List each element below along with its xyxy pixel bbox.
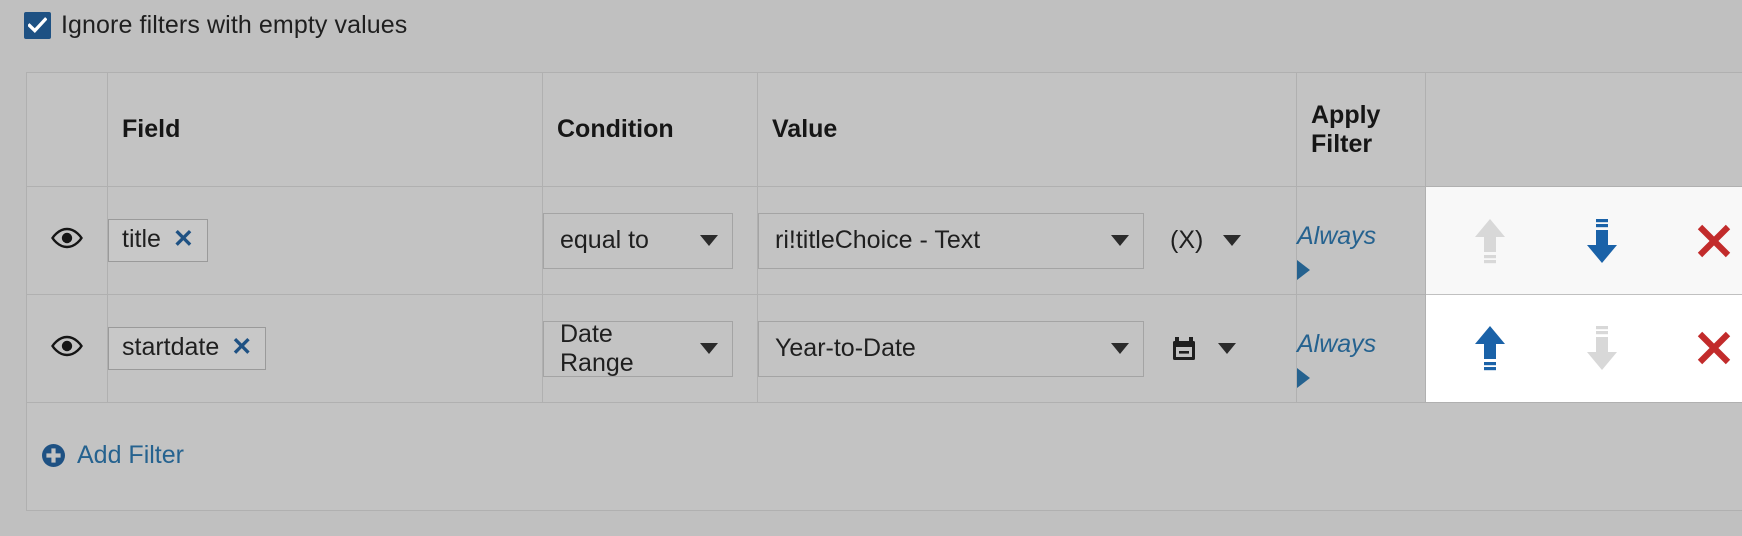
condition-value: equal to: [560, 226, 649, 254]
value-dropdown[interactable]: ri!titleChoice - Text: [758, 212, 1144, 269]
field-chip[interactable]: startdate ✕: [108, 327, 267, 370]
value-type-picker[interactable]: (X): [1170, 226, 1242, 255]
visibility-cell[interactable]: [26, 294, 108, 403]
value-type-picker[interactable]: [1170, 335, 1236, 363]
value-text: ri!titleChoice - Text: [775, 226, 981, 254]
expand-triangle-icon[interactable]: [1297, 367, 1310, 388]
condition-dropdown[interactable]: equal to: [543, 212, 733, 269]
filters-table-head: Field Condition Value Apply Filter: [26, 72, 1742, 187]
apply-filter-link[interactable]: Always: [1297, 331, 1425, 359]
chevron-down-icon: [1218, 343, 1236, 354]
eye-icon[interactable]: [50, 227, 84, 249]
row-actions-panel: [1426, 294, 1742, 402]
filters-table: Field Condition Value Apply Filter title: [26, 72, 1742, 511]
value-text: Year-to-Date: [775, 334, 916, 362]
table-row: title ✕ equal to ri!titleChoice - Text (…: [26, 186, 1742, 295]
add-filter-cell: Add Filter: [26, 402, 1742, 511]
expand-triangle-icon[interactable]: [1297, 259, 1310, 280]
header-actions: [1425, 72, 1742, 187]
ignore-filters-checkbox-row[interactable]: Ignore filters with empty values: [24, 11, 407, 40]
table-header-row: Field Condition Value Apply Filter: [26, 72, 1742, 187]
field-chip[interactable]: title ✕: [108, 219, 208, 262]
header-value: Value: [757, 72, 1297, 187]
delete-row-button[interactable]: [1658, 187, 1742, 294]
value-cell: Year-to-Date: [757, 294, 1297, 403]
chevron-down-icon: [1111, 235, 1129, 246]
condition-dropdown[interactable]: Date Range: [543, 319, 733, 377]
field-cell: title ✕: [107, 186, 543, 295]
apply-filter-cell: Always: [1296, 294, 1426, 403]
condition-cell: equal to: [542, 186, 758, 295]
calendar-icon: [1170, 335, 1198, 363]
row-actions-cell: [1426, 187, 1742, 295]
chevron-down-icon: [700, 343, 718, 354]
value-cell: ri!titleChoice - Text (X): [757, 186, 1297, 295]
add-filter-button[interactable]: Add Filter: [41, 441, 184, 470]
checkmark-icon: [28, 17, 47, 33]
move-down-button[interactable]: [1546, 187, 1658, 294]
filters-table-body: title ✕ equal to ri!titleChoice - Text (…: [26, 186, 1742, 511]
header-apply-filter: Apply Filter: [1296, 72, 1426, 187]
eye-icon[interactable]: [50, 335, 84, 357]
visibility-cell[interactable]: [26, 186, 108, 295]
condition-value: Date Range: [560, 319, 634, 377]
move-down-button: [1546, 295, 1658, 402]
value-dropdown[interactable]: Year-to-Date: [758, 320, 1144, 377]
variable-icon: (X): [1170, 226, 1204, 254]
row-actions-panel: [1426, 187, 1742, 295]
table-row: startdate ✕ Date Range Year-to-Date Alwa…: [26, 294, 1742, 403]
delete-row-button[interactable]: [1658, 295, 1742, 402]
ignore-filters-checkbox[interactable]: [24, 12, 51, 39]
header-condition: Condition: [542, 72, 758, 187]
plus-circle-icon: [41, 443, 66, 468]
move-up-button: [1434, 187, 1546, 294]
x-icon[interactable]: ✕: [173, 227, 194, 252]
header-field: Field: [107, 72, 543, 187]
apply-filter-cell: Always: [1296, 186, 1426, 295]
chevron-down-icon: [1223, 235, 1242, 246]
field-cell: startdate ✕: [107, 294, 543, 403]
add-filter-label: Add Filter: [77, 440, 184, 469]
x-icon[interactable]: ✕: [231, 335, 252, 360]
condition-cell: Date Range: [542, 294, 758, 403]
row-actions-cell: [1426, 294, 1742, 403]
ignore-filters-label: Ignore filters with empty values: [61, 11, 408, 39]
move-up-button[interactable]: [1434, 295, 1546, 402]
chevron-down-icon: [700, 235, 718, 246]
header-visibility: [26, 72, 108, 187]
field-chip-label: startdate: [122, 333, 220, 361]
add-filter-row: Add Filter: [26, 402, 1742, 511]
chevron-down-icon: [1111, 343, 1129, 354]
field-chip-label: title: [122, 225, 161, 253]
apply-filter-link[interactable]: Always: [1297, 223, 1425, 251]
